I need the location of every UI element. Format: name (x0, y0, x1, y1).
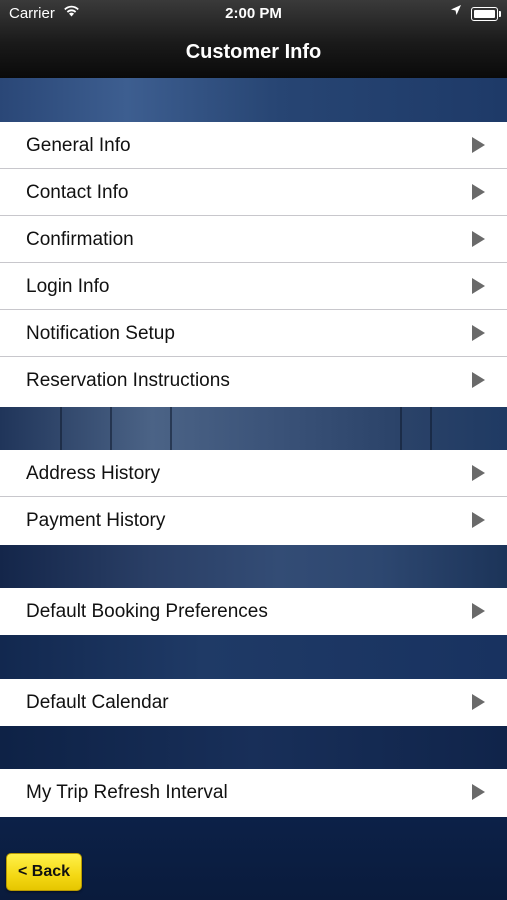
play-arrow-icon (472, 184, 485, 200)
menu-group: General Info Contact Info Confirmation L… (0, 122, 507, 407)
menu-item-login-info[interactable]: Login Info (0, 263, 507, 310)
status-bar: Carrier 2:00 PM (0, 0, 507, 28)
background-image-strip (0, 635, 507, 679)
location-arrow-icon (450, 4, 462, 19)
menu-item-reservation-instructions[interactable]: Reservation Instructions (0, 357, 507, 404)
menu-item-general-info[interactable]: General Info (0, 122, 507, 169)
background-image-strip (0, 78, 507, 122)
play-arrow-icon (472, 694, 485, 710)
menu-item-default-booking-preferences[interactable]: Default Booking Preferences (0, 588, 507, 635)
menu-group: Default Booking Preferences (0, 588, 507, 635)
menu-item-notification-setup[interactable]: Notification Setup (0, 310, 507, 357)
play-arrow-icon (472, 784, 485, 800)
page-title: Customer Info (185, 41, 322, 63)
menu-item-label: My Trip Refresh Interval (26, 782, 228, 803)
menu-item-default-calendar[interactable]: Default Calendar (0, 679, 507, 726)
background-image-strip (0, 545, 507, 588)
background-image-strip (0, 726, 507, 769)
menu-item-label: General Info (26, 135, 131, 156)
menu-group: Address History Payment History (0, 450, 507, 545)
menu-item-label: Contact Info (26, 182, 129, 203)
play-arrow-icon (472, 465, 485, 481)
background-tree (400, 407, 402, 450)
menu-item-contact-info[interactable]: Contact Info (0, 169, 507, 216)
play-arrow-icon (472, 278, 485, 294)
menu-item-label: Default Calendar (26, 692, 169, 713)
play-arrow-icon (472, 137, 485, 153)
menu-group: My Trip Refresh Interval (0, 769, 507, 817)
background-tree (170, 407, 172, 450)
background-tree (430, 407, 432, 450)
menu-item-label: Address History (26, 463, 161, 484)
menu-item-payment-history[interactable]: Payment History (0, 497, 507, 544)
back-button[interactable]: < Back (6, 853, 82, 891)
menu-group: Default Calendar (0, 679, 507, 726)
menu-item-label: Reservation Instructions (26, 370, 230, 391)
status-time: 2:00 PM (225, 5, 282, 22)
play-arrow-icon (472, 231, 485, 247)
menu-item-label: Default Booking Preferences (26, 601, 268, 622)
play-arrow-icon (472, 372, 485, 388)
background-tree (110, 407, 112, 450)
top-bar: Carrier 2:00 PM Customer Info (0, 0, 507, 78)
play-arrow-icon (472, 603, 485, 619)
menu-item-label: Notification Setup (26, 323, 175, 344)
play-arrow-icon (472, 512, 485, 528)
background-tree (60, 407, 62, 450)
menu-item-label: Confirmation (26, 229, 134, 250)
menu-item-address-history[interactable]: Address History (0, 450, 507, 497)
menu-item-confirmation[interactable]: Confirmation (0, 216, 507, 263)
menu-item-label: Payment History (26, 510, 166, 531)
menu-item-my-trip-refresh-interval[interactable]: My Trip Refresh Interval (0, 769, 507, 816)
menu-item-label: Login Info (26, 276, 110, 297)
play-arrow-icon (472, 325, 485, 341)
battery-icon (471, 7, 501, 21)
